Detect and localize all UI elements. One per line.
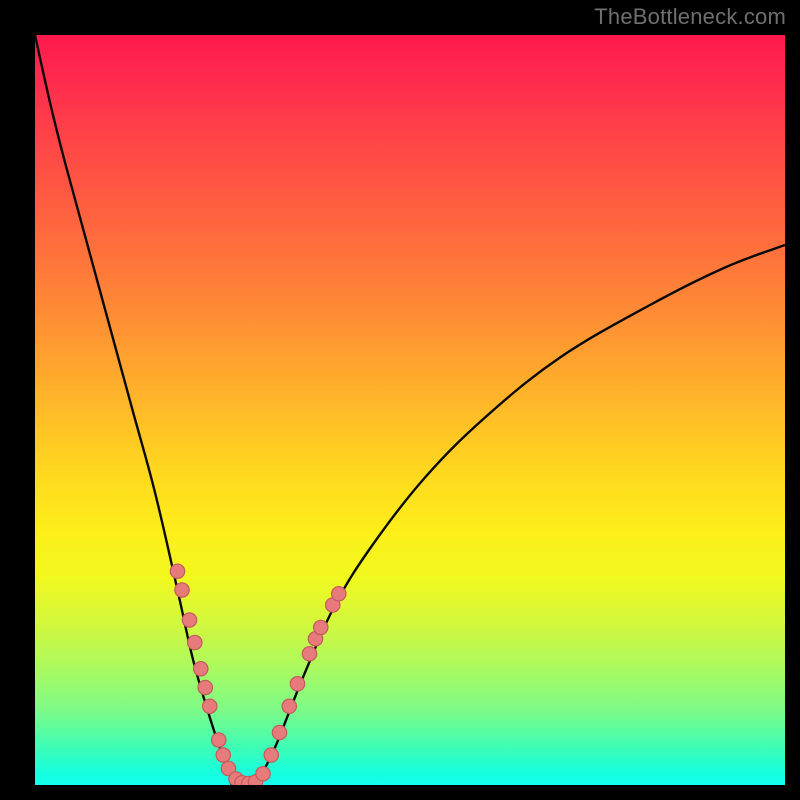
marker-dot	[182, 613, 196, 627]
marker-dot	[203, 699, 217, 713]
chart-svg	[35, 35, 785, 785]
right-branch-curve	[253, 245, 786, 785]
marker-dot	[314, 620, 328, 634]
plot-area	[35, 35, 785, 785]
marker-dot	[282, 699, 296, 713]
marker-dot	[212, 733, 226, 747]
marker-dot	[256, 767, 270, 781]
marker-dot	[198, 680, 212, 694]
marker-dot	[332, 587, 346, 601]
marker-dot	[175, 583, 189, 597]
marker-dot	[194, 662, 208, 676]
marker-dot	[290, 677, 304, 691]
marker-dot	[216, 748, 230, 762]
marker-dot	[264, 748, 278, 762]
marker-dot	[188, 635, 202, 649]
chart-frame: TheBottleneck.com	[0, 0, 800, 800]
marker-dot	[302, 647, 316, 661]
marker-dots-group	[170, 564, 346, 785]
left-branch-curve	[35, 35, 241, 785]
watermark-text: TheBottleneck.com	[594, 4, 786, 30]
marker-dot	[170, 564, 184, 578]
marker-dot	[272, 725, 286, 739]
